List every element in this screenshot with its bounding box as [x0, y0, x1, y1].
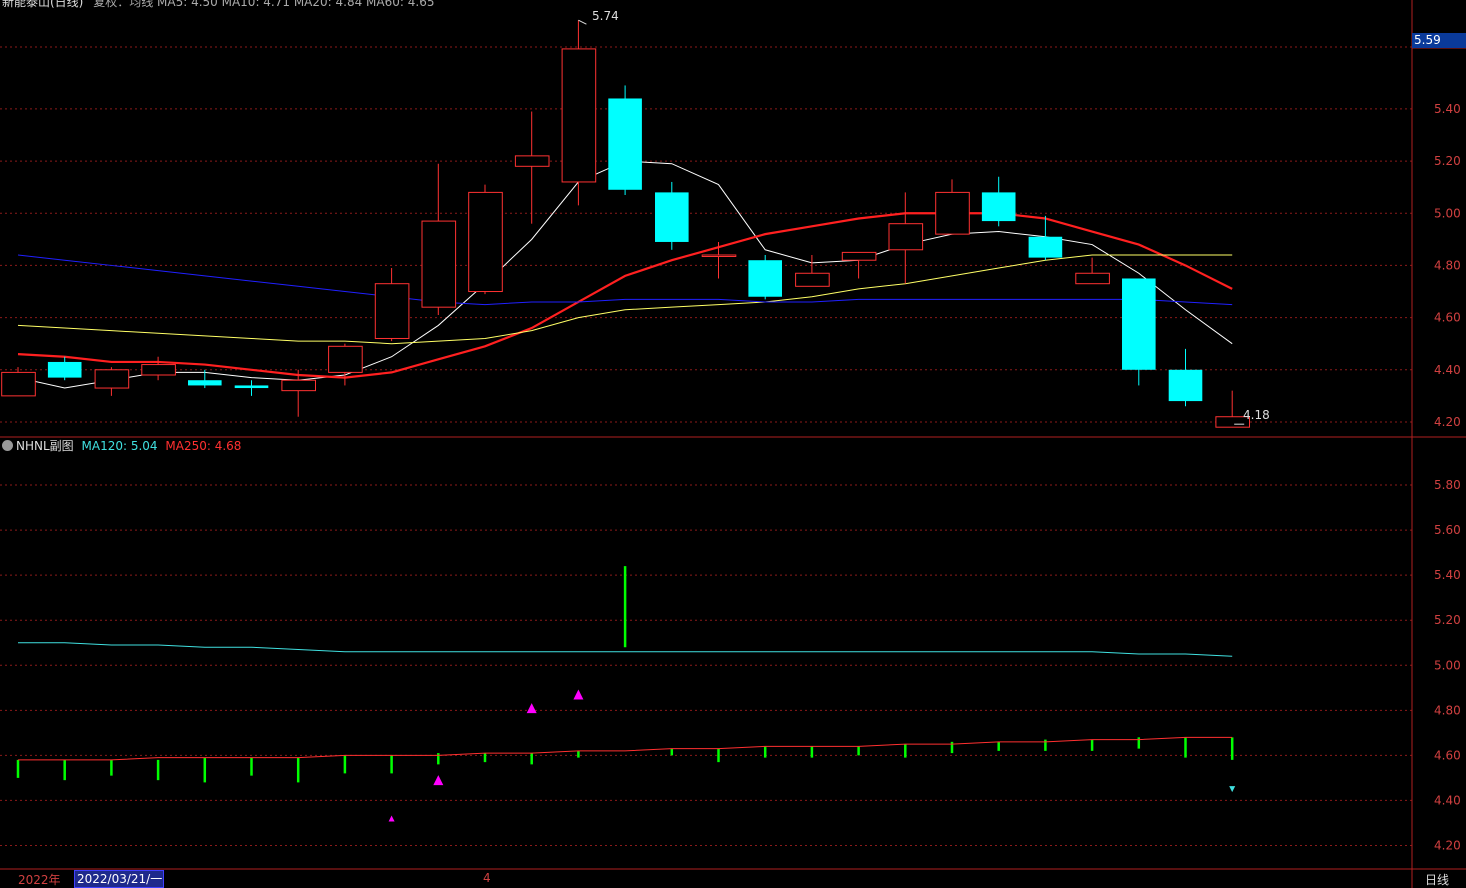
candle-body: [421, 220, 457, 308]
sub-y-tick-label: 4.20: [1434, 838, 1461, 852]
high-price-label: 5.74: [592, 9, 619, 23]
sub-y-tick-label: 5.20: [1434, 613, 1461, 627]
candle-body: [188, 380, 222, 386]
candle-body: [981, 192, 1016, 222]
year-label: 2022年: [18, 873, 61, 887]
candle-body: [374, 283, 410, 339]
sub-title: NHNL副图: [16, 439, 74, 453]
signal-marker: [388, 815, 395, 822]
candle-body: [888, 223, 924, 251]
ma-line-ma5: [17, 160, 1233, 389]
nhnl-sub-panel[interactable]: [16, 566, 1236, 822]
candle-body: [935, 191, 970, 235]
sub-y-tick-label: 4.60: [1434, 748, 1461, 762]
stock-title: 新能泰山(日线): [2, 0, 84, 9]
candle-body: [47, 361, 82, 378]
sub-y-tick-label: 5.40: [1434, 568, 1461, 582]
candle-body: [514, 155, 550, 167]
signal-marker: [526, 703, 537, 714]
main-panel-header: 新能泰山(日线) 复权：均线 MA5: 4.50 MA10: 4.71 MA20…: [2, 0, 434, 10]
candle-body: [841, 251, 877, 261]
main-y-tick-label: 5.00: [1434, 206, 1461, 220]
cursor-date-box: 2022/03/21/一: [74, 870, 164, 888]
candle-body: [281, 379, 317, 392]
candle-body: [94, 369, 130, 389]
ma-line-ma60: [17, 254, 1233, 306]
candle-body: [561, 48, 597, 183]
signal-marker: [573, 689, 584, 700]
candle-body: [1075, 272, 1110, 285]
ma250-label: MA250: 4.68: [165, 439, 242, 453]
candle-body: [701, 254, 737, 257]
main-y-tick-label: 5.40: [1434, 102, 1461, 116]
main-y-tick-label: 4.20: [1434, 415, 1461, 429]
candle-body: [141, 364, 176, 376]
signal-marker: [1229, 786, 1236, 793]
main-y-tick-label: 4.80: [1434, 258, 1461, 272]
sub-y-tick-label: 5.60: [1434, 523, 1461, 537]
main-price-panel[interactable]: [1, 19, 1250, 428]
candle-body: [748, 260, 782, 297]
candle-body: [608, 98, 642, 190]
candle-body: [795, 272, 830, 287]
candle-body: [1, 371, 36, 397]
candle-body: [328, 345, 363, 373]
ma-indicator-text: 复权：均线 MA5: 4.50 MA10: 4.71 MA20: 4.84 MA…: [93, 0, 435, 9]
low-price-label: 4.18: [1243, 408, 1270, 422]
main-y-tick-label: 4.40: [1434, 363, 1461, 377]
candle-body: [1168, 369, 1203, 402]
candle-body: [655, 192, 689, 242]
period-button[interactable]: 日线: [1425, 871, 1449, 888]
main-y-tick-label: 5.20: [1434, 154, 1461, 168]
ma120-label: MA120: 5.04: [81, 439, 158, 453]
sub-line-ma250: [18, 736, 1233, 761]
signal-marker: [433, 775, 444, 786]
sub-panel-header: NHNL副图 MA120: 5.04 MA250: 4.68: [2, 437, 241, 454]
candle-body: [1028, 236, 1063, 258]
candle-body: [468, 191, 503, 293]
main-y-tick-label: 4.60: [1434, 311, 1461, 325]
sub-y-tick-label: 4.80: [1434, 703, 1461, 717]
candle-body: [234, 385, 269, 389]
high-arrow: [578, 19, 587, 25]
sub-y-tick-label: 5.00: [1434, 658, 1461, 672]
sub-y-tick-label: 5.80: [1434, 478, 1461, 492]
current-price-tag: 5.59: [1412, 33, 1466, 48]
sub-y-tick-label: 4.40: [1434, 793, 1461, 807]
month-label: 4: [483, 871, 491, 885]
candle-body: [1122, 278, 1156, 370]
